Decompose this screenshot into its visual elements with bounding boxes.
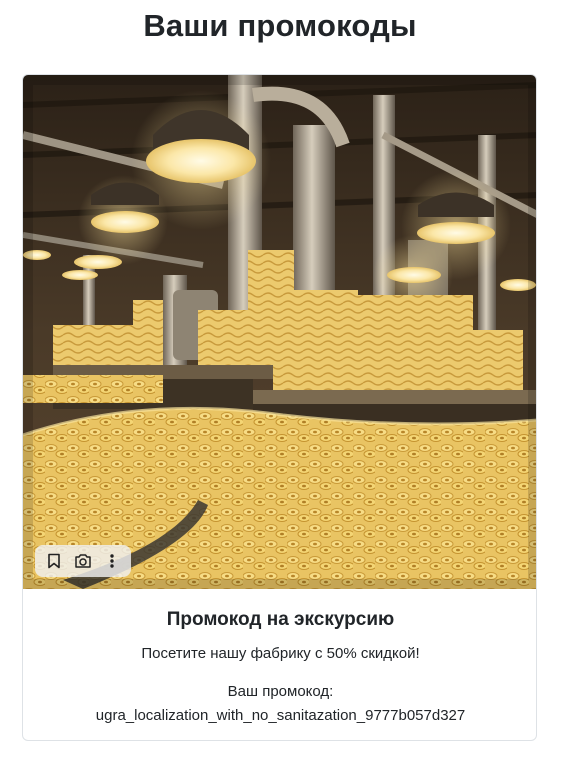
visual-search-button[interactable] (70, 548, 96, 574)
more-options-button[interactable] (99, 548, 125, 574)
promo-code-value[interactable]: ugra_localization_with_no_sanitazation_9… (23, 705, 536, 727)
more-vertical-icon (110, 554, 115, 568)
page-title: Ваши промокоды (143, 8, 417, 43)
promo-title: Промокод на экскурсию (166, 609, 395, 630)
promo-code-label: Ваш промокод: (227, 683, 334, 700)
bookmark-icon (47, 553, 60, 569)
promo-card: Промокод на экскурсию Посетите нашу фабр… (22, 74, 537, 741)
page: Ваши промокоды Промокод на экскурсию Пос… (0, 0, 568, 766)
promo-description: Посетите нашу фабрику с 50% скидкой! (141, 645, 420, 662)
image-toolbar (35, 545, 131, 577)
camera-search-icon (75, 554, 91, 568)
factory-illustration (23, 75, 536, 589)
promo-card-body: Промокод на экскурсию Посетите нашу фабр… (23, 589, 536, 740)
promo-image (23, 75, 536, 589)
bookmark-button[interactable] (41, 548, 67, 574)
